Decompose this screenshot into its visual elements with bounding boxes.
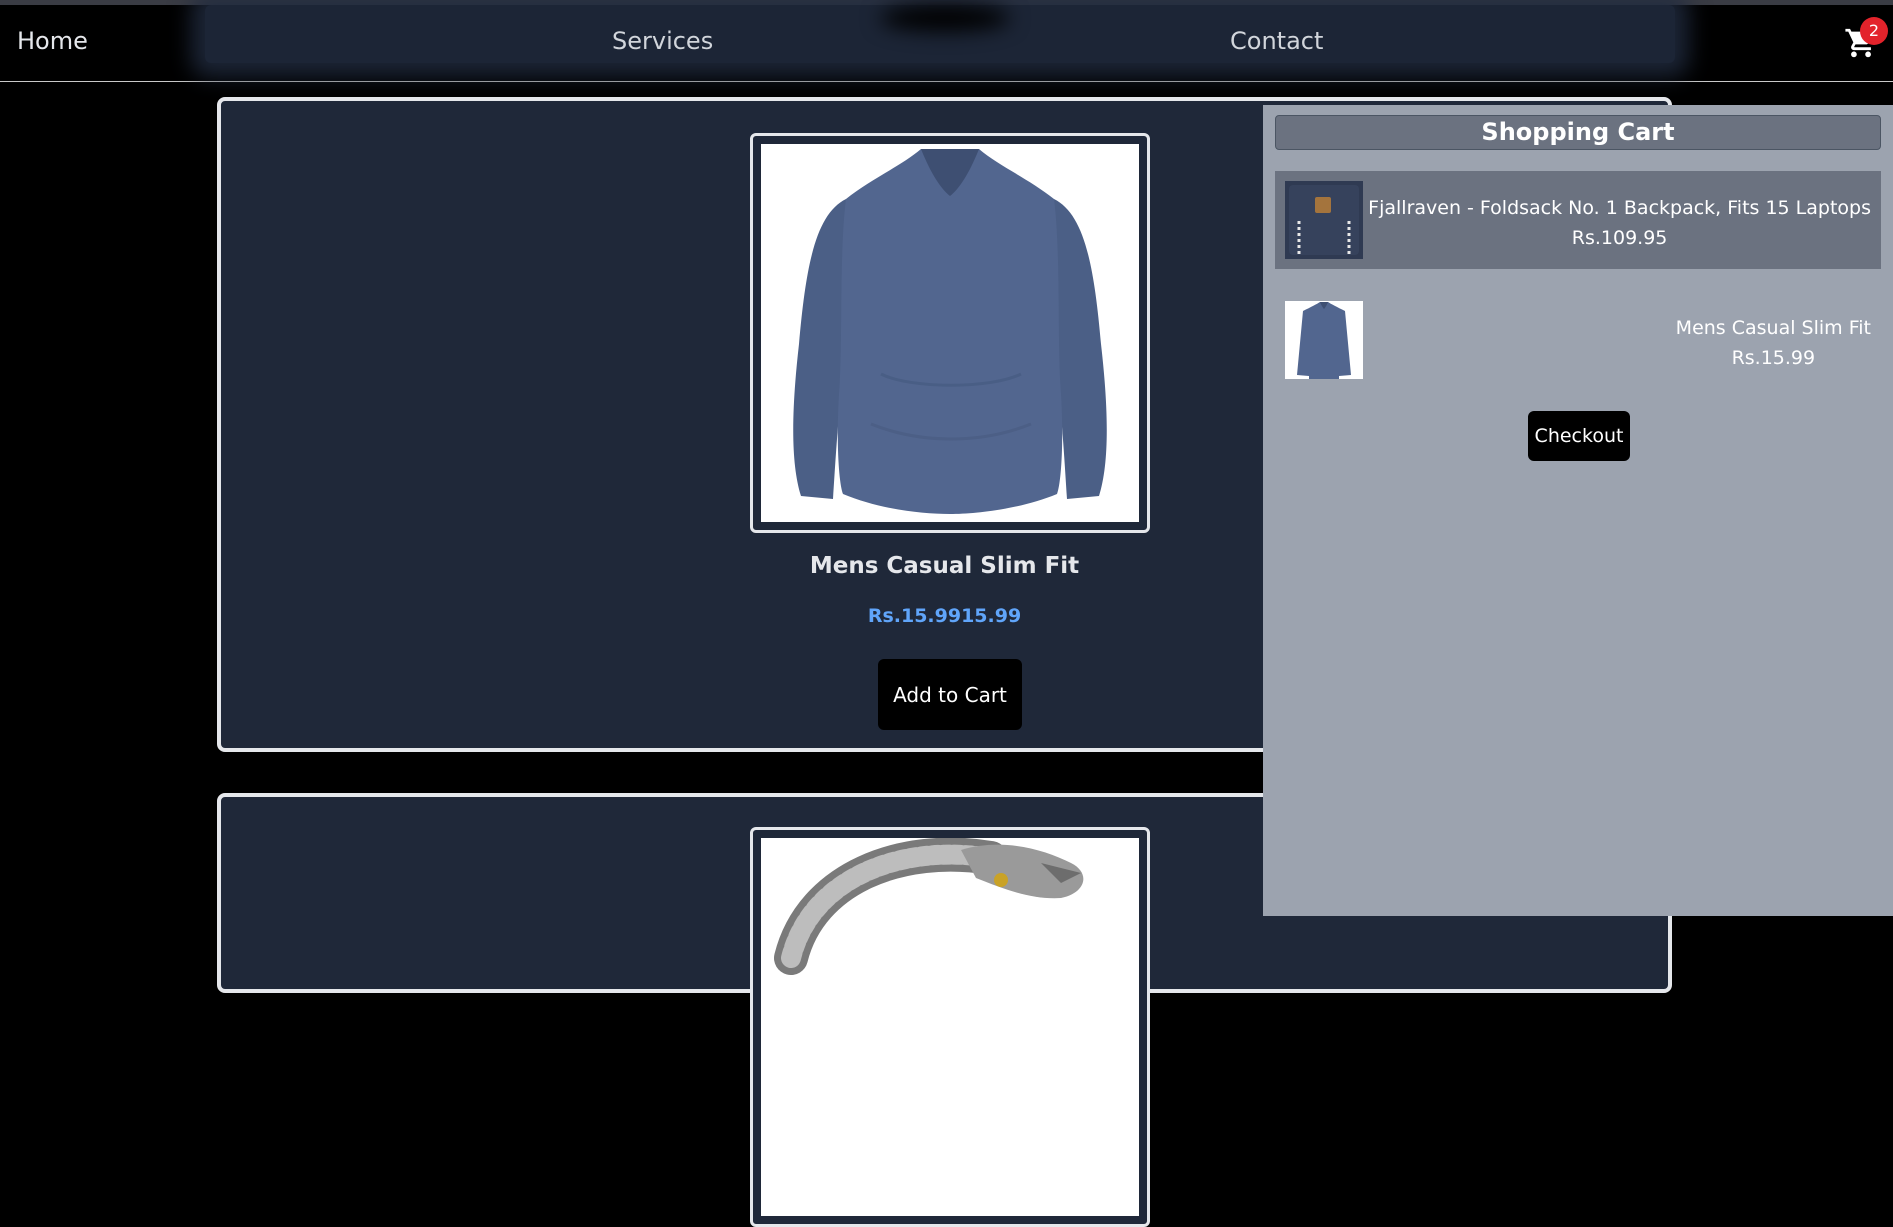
nav-home-link[interactable]: Home	[17, 27, 88, 55]
cart-item-thumbnail	[1285, 181, 1363, 259]
cart-item-name: Fjallraven - Foldsack No. 1 Backpack, Fi…	[1368, 197, 1871, 219]
cart-title: Shopping Cart	[1275, 115, 1881, 150]
cart-item[interactable]: Mens Casual Slim Fit Rs.15.99	[1275, 291, 1881, 389]
backpack-image	[1285, 181, 1363, 259]
product-image-frame	[750, 827, 1150, 1227]
add-to-cart-button[interactable]: Add to Cart	[878, 659, 1022, 730]
cart-item-info: Fjallraven - Foldsack No. 1 Backpack, Fi…	[1368, 193, 1871, 253]
product-image-tshirt	[761, 144, 1139, 522]
cart-item-thumbnail	[1285, 301, 1363, 379]
navbar: Home Services Contact	[0, 5, 1893, 82]
cart-count-badge: 2	[1860, 17, 1888, 45]
tshirt-image	[1285, 301, 1363, 379]
tshirt-illustration	[761, 144, 1139, 522]
cart-item-info: Mens Casual Slim Fit Rs.15.99	[1676, 313, 1871, 373]
cart-item-price: Rs.109.95	[1571, 227, 1668, 249]
nav-contact-link[interactable]: Contact	[1230, 27, 1323, 55]
cart-item-name: Mens Casual Slim Fit	[1675, 317, 1871, 339]
shopping-cart-panel: Shopping Cart Fjallraven - Foldsack No. …	[1263, 105, 1893, 916]
cart-item-price: Rs.15.99	[1731, 347, 1816, 369]
navbar-glow-shadow	[880, 5, 1010, 31]
checkout-button[interactable]: Checkout	[1528, 411, 1630, 461]
product-image-frame	[750, 133, 1150, 533]
cart-item[interactable]: Fjallraven - Foldsack No. 1 Backpack, Fi…	[1275, 171, 1881, 269]
product-image-bracelet	[761, 838, 1139, 1216]
bracelet-illustration	[761, 838, 1139, 1216]
nav-services-link[interactable]: Services	[612, 27, 713, 55]
